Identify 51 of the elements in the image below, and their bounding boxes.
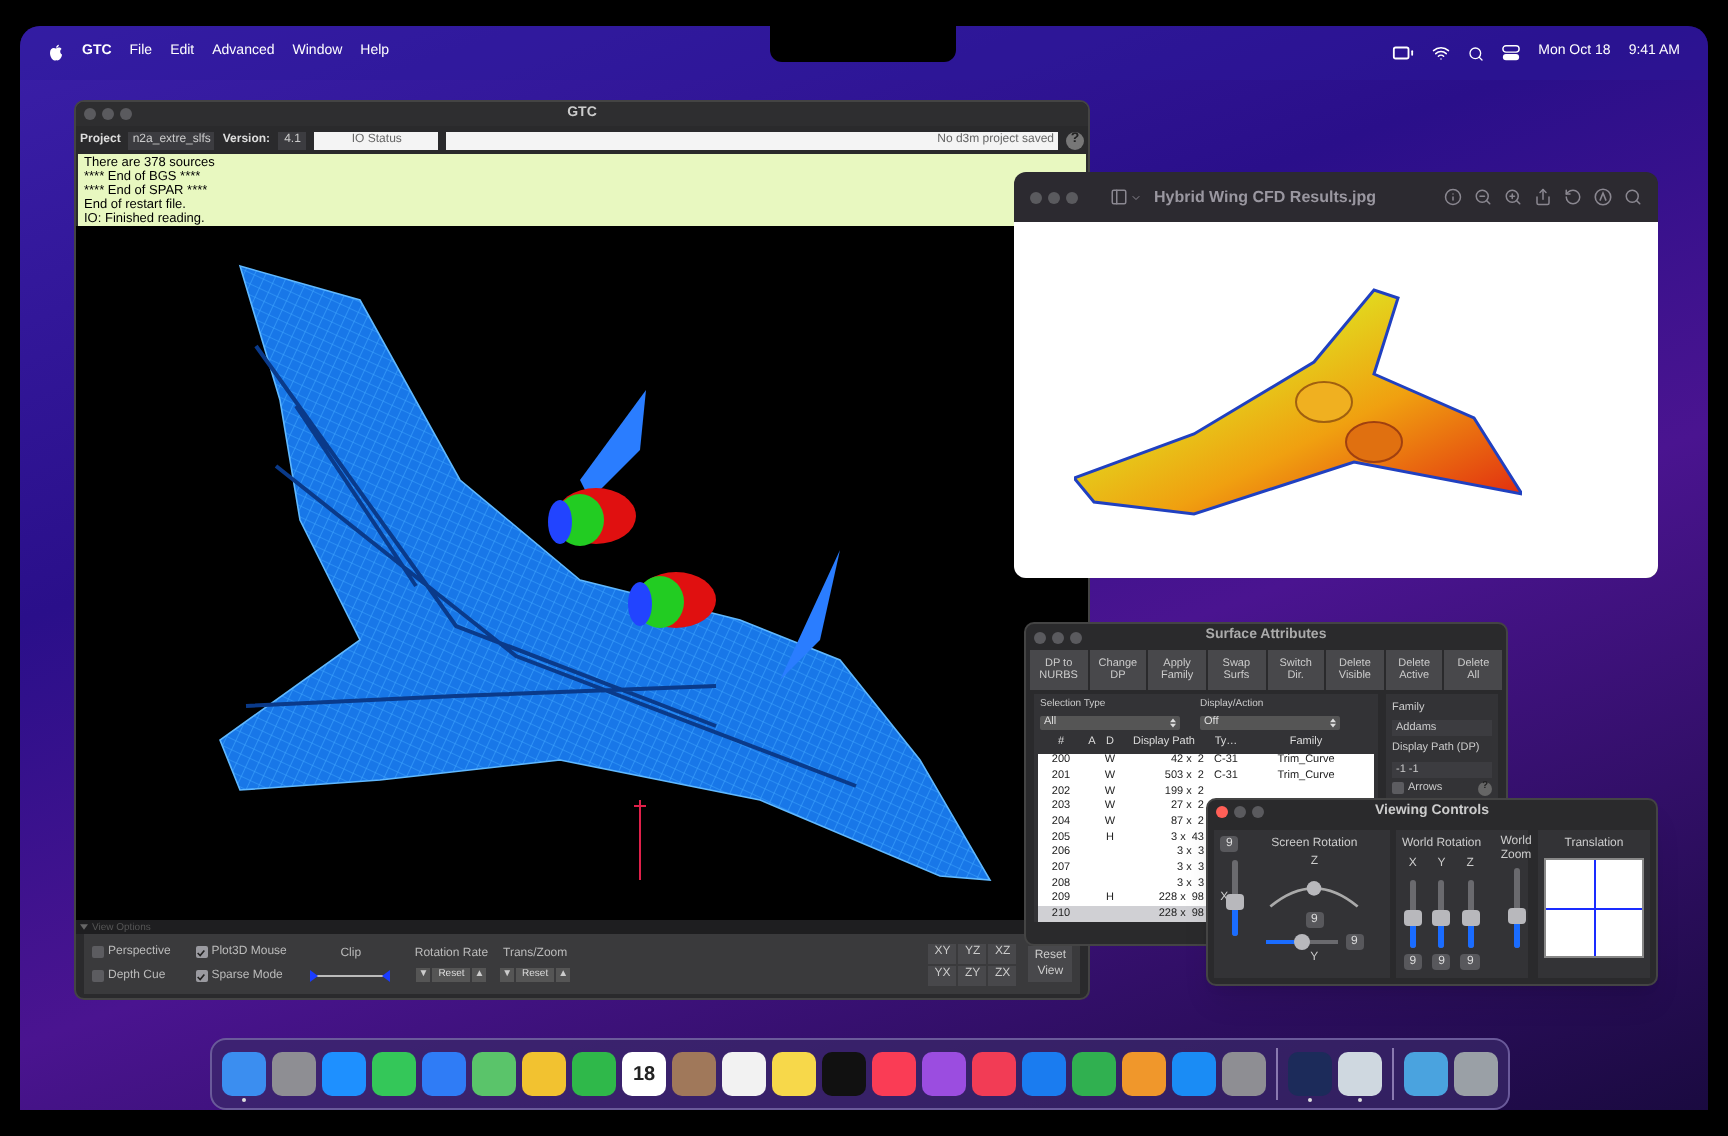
zoom-out-icon[interactable] [1474, 188, 1492, 206]
zoom-button[interactable] [1070, 631, 1082, 643]
slider-thumb[interactable] [1293, 934, 1309, 950]
minimize-button[interactable] [1234, 806, 1246, 818]
updown-icon [1170, 717, 1176, 727]
app-icon[interactable] [1338, 1052, 1382, 1096]
updown-icon [1330, 717, 1336, 727]
app-icon[interactable] [1404, 1052, 1448, 1096]
translation-pad[interactable] [1544, 858, 1644, 958]
minimize-button[interactable] [1052, 631, 1064, 643]
toggle-switches-icon[interactable] [1502, 44, 1521, 62]
app-icon[interactable] [522, 1052, 566, 1096]
zoom-button[interactable] [1066, 191, 1078, 203]
wifi-icon[interactable] [1432, 44, 1451, 62]
markup-icon[interactable] [1594, 188, 1612, 206]
checkbox[interactable] [92, 946, 104, 958]
crosshair-drawing [1546, 860, 1642, 956]
checkbox[interactable] [195, 946, 208, 958]
close-button[interactable] [1030, 191, 1042, 203]
app-icon[interactable] [722, 1052, 766, 1096]
rotate-icon[interactable] [1564, 188, 1582, 206]
app-icon[interactable] [1122, 1052, 1166, 1096]
app-icon[interactable] [1454, 1052, 1498, 1096]
app-icon[interactable] [372, 1052, 416, 1096]
app-icon[interactable] [572, 1052, 616, 1096]
battery-icon[interactable] [1392, 42, 1415, 64]
slider-thumb[interactable] [1226, 893, 1245, 910]
checkbox[interactable] [92, 970, 104, 982]
range-slider[interactable] [310, 970, 391, 982]
app-icon[interactable] [1072, 1052, 1116, 1096]
slider-track[interactable] [1438, 880, 1445, 948]
zoom-in-icon[interactable] [1504, 188, 1522, 206]
3d-viewport[interactable] [76, 226, 1088, 920]
checkbox[interactable] [1392, 782, 1404, 794]
slider-track[interactable] [1409, 880, 1416, 948]
checkbox[interactable] [195, 970, 208, 982]
sidebar-icon[interactable] [1110, 188, 1128, 206]
share-icon[interactable] [1534, 188, 1552, 206]
close-button[interactable] [1034, 631, 1046, 643]
app-icon[interactable] [472, 1052, 516, 1096]
apple-logo-icon[interactable] [48, 44, 64, 62]
window-title: Hybrid Wing CFD Results.jpg [1154, 185, 1377, 209]
slider-track[interactable] [1467, 880, 1474, 948]
caret-icon[interactable] [80, 924, 88, 930]
minimize-button[interactable] [1048, 191, 1060, 203]
info-icon[interactable] [1444, 188, 1462, 206]
app-icon[interactable]: 18 [622, 1052, 666, 1096]
app-icon[interactable] [772, 1052, 816, 1096]
zoom-button[interactable] [1252, 806, 1264, 818]
close-button[interactable] [1216, 806, 1228, 818]
slider-track[interactable] [1232, 860, 1239, 936]
